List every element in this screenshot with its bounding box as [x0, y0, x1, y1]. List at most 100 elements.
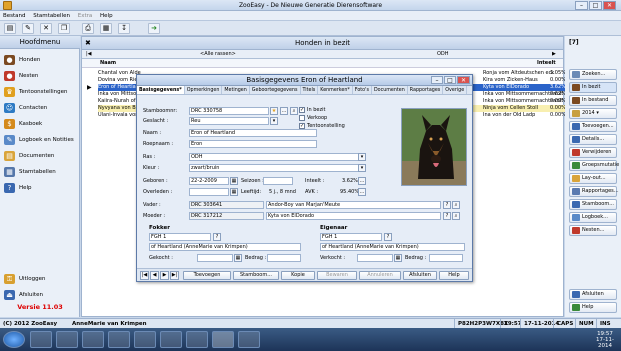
- toevoegen-button[interactable]: Toevoegen...: [569, 121, 617, 132]
- geslacht-select[interactable]: Reu: [189, 117, 269, 125]
- folder-taskbar-icon[interactable]: [82, 331, 104, 348]
- gekocht-field[interactable]: [197, 254, 233, 262]
- help-dialog-button[interactable]: Help: [439, 271, 469, 280]
- kopie-button[interactable]: Kopie: [281, 271, 315, 280]
- ras-select[interactable]: ODH: [189, 153, 364, 161]
- first-nav-icon[interactable]: |◀: [86, 50, 92, 59]
- menu-bestand[interactable]: Bestand: [0, 11, 29, 21]
- tab-basisgegevens[interactable]: Basisgegevens*: [137, 86, 185, 94]
- export-icon[interactable]: ↧: [118, 23, 130, 34]
- zoeken-button[interactable]: Zoeken...: [569, 69, 617, 80]
- moeder-field[interactable]: Kyta von ElDorado: [266, 212, 441, 220]
- dog-photo[interactable]: [401, 108, 467, 186]
- chevron-down-icon[interactable]: ▾: [270, 117, 278, 125]
- menu-extra[interactable]: Extra: [75, 11, 96, 21]
- tab-geboortegegevens[interactable]: Geboortegegevens: [250, 86, 301, 94]
- minimize-button[interactable]: –: [575, 1, 588, 10]
- menu-item-logboek[interactable]: ✎ Logboek en Notities: [4, 133, 78, 147]
- vader-search-icon[interactable]: ⌕: [452, 201, 460, 209]
- menu-item-contacten[interactable]: ☺ Contacten: [4, 101, 78, 115]
- eigenaar-bedrag-field[interactable]: [429, 254, 463, 262]
- menu-item-help[interactable]: ? Help: [4, 181, 78, 195]
- close-button[interactable]: ✕: [603, 1, 616, 10]
- first-record-icon[interactable]: |◀: [140, 271, 149, 280]
- tab-titels[interactable]: Titels: [301, 86, 319, 94]
- stamboomnr-field[interactable]: DRC 330758: [189, 107, 269, 115]
- col-naam[interactable]: Naam: [100, 59, 116, 68]
- chevron-down-icon[interactable]: ▾: [358, 164, 366, 172]
- eigenaar-name-field[interactable]: of Heartland (AnneMarie van Krimpen): [320, 243, 465, 251]
- stamboom-button[interactable]: Stamboom...: [569, 199, 617, 210]
- zooeasy-taskbar-icon[interactable]: [212, 331, 234, 348]
- tab-fotos[interactable]: Foto's: [353, 86, 372, 94]
- calendar-icon[interactable]: ▦: [394, 254, 402, 262]
- start-button-icon[interactable]: [3, 331, 25, 348]
- tray-clock[interactable]: 19:57 17-11-2014: [590, 331, 620, 349]
- vader-lookup-button[interactable]: ?: [443, 201, 451, 209]
- menu-stamtabellen[interactable]: Stamtabellen: [30, 11, 73, 21]
- tab-alle-rassen[interactable]: <Alle rassen>: [200, 50, 236, 59]
- year-select[interactable]: 2014 ▾: [569, 108, 617, 119]
- afsluiten-button[interactable]: Afsluiten: [569, 289, 617, 300]
- dialog-maximize-button[interactable]: □: [444, 76, 456, 84]
- print-icon[interactable]: ⎙: [82, 23, 94, 34]
- eigenaar-lookup-button[interactable]: ?: [384, 233, 392, 241]
- chevron-down-icon[interactable]: ▾: [358, 153, 366, 161]
- star-icon[interactable]: ★: [270, 107, 278, 115]
- stamboom-dialog-button[interactable]: Stamboom...: [233, 271, 279, 280]
- tab-rapportages[interactable]: Rapportages: [408, 86, 444, 94]
- menu-item-tentoonstellingen[interactable]: ♛ Tentoonstellingen: [4, 85, 78, 99]
- in-bestand-button[interactable]: In bestand: [569, 95, 617, 106]
- layout-button[interactable]: Lay-out...: [569, 173, 617, 184]
- verwijderen-button[interactable]: Verwijderen: [569, 147, 617, 158]
- run-icon[interactable]: ➜: [148, 23, 160, 34]
- kleur-select[interactable]: zwart/bruin: [189, 164, 364, 172]
- roepnaam-field[interactable]: Eron: [189, 140, 317, 148]
- vader-nr-field[interactable]: DRC 303641: [189, 201, 264, 209]
- menu-item-uitloggen[interactable]: ⚿ Uitloggen: [4, 272, 78, 286]
- tab-metingen[interactable]: Metingen: [222, 86, 250, 94]
- nesten-button[interactable]: Nesten...: [569, 225, 617, 236]
- explorer-taskbar-icon[interactable]: [30, 331, 52, 348]
- menu-item-nesten[interactable]: ● Nesten: [4, 69, 78, 83]
- tab-opmerkingen[interactable]: Opmerkingen: [185, 86, 223, 94]
- verkoop-checkbox[interactable]: [299, 115, 305, 121]
- menu-help[interactable]: Help: [97, 11, 116, 21]
- in-bezit-button[interactable]: In bezit: [569, 82, 617, 93]
- prev-record-icon[interactable]: ◀: [150, 271, 159, 280]
- verkocht-field[interactable]: [357, 254, 393, 262]
- lookup-search-icon[interactable]: ⌕: [290, 107, 298, 115]
- firefox-taskbar-icon[interactable]: [134, 331, 156, 348]
- inteelt-details-button[interactable]: …: [358, 177, 366, 185]
- media-taskbar-icon[interactable]: [108, 331, 130, 348]
- tab-overige[interactable]: Overige: [443, 86, 468, 94]
- groepsmutatie-button[interactable]: Groepsmutatie: [569, 160, 619, 171]
- vader-field[interactable]: Andor-Boy van Marjan'Meute: [266, 201, 441, 209]
- browser-taskbar-icon[interactable]: [56, 331, 78, 348]
- calendar-icon[interactable]: ▦: [230, 188, 238, 196]
- lookup-button[interactable]: …: [280, 107, 288, 115]
- in-bezit-checkbox[interactable]: ✓: [299, 107, 305, 113]
- last-record-icon[interactable]: ▶|: [170, 271, 179, 280]
- toevoegen-dialog-button[interactable]: Toevoegen: [183, 271, 231, 280]
- fokker-code-field[interactable]: FGH 1: [149, 233, 211, 241]
- fokker-lookup-button[interactable]: ?: [213, 233, 221, 241]
- overleden-field[interactable]: [189, 188, 229, 196]
- bewaren-button[interactable]: Bewaren: [317, 271, 357, 280]
- menu-item-honden[interactable]: ● Honden: [4, 53, 78, 67]
- app-taskbar-icon[interactable]: [238, 331, 260, 348]
- calendar-icon[interactable]: ▦: [234, 254, 242, 262]
- copy-icon[interactable]: ❐: [58, 23, 70, 34]
- eigenaar-code-field[interactable]: FGH 1: [320, 233, 382, 241]
- details-button[interactable]: Details...: [569, 134, 617, 145]
- logboek-button[interactable]: Logboek...: [569, 212, 617, 223]
- calendar-icon[interactable]: ▦: [230, 177, 238, 185]
- moeder-lookup-button[interactable]: ?: [443, 212, 451, 220]
- geboren-field[interactable]: 22-2-2009: [189, 177, 229, 185]
- menu-item-stamtabellen[interactable]: ▦ Stamtabellen: [4, 165, 78, 179]
- preview-icon[interactable]: ▦: [100, 23, 112, 34]
- maximize-button[interactable]: □: [589, 1, 602, 10]
- col-inteelt[interactable]: Inteelt: [537, 59, 556, 68]
- help-button[interactable]: Help: [569, 302, 617, 313]
- delete-icon[interactable]: ✕: [40, 23, 52, 34]
